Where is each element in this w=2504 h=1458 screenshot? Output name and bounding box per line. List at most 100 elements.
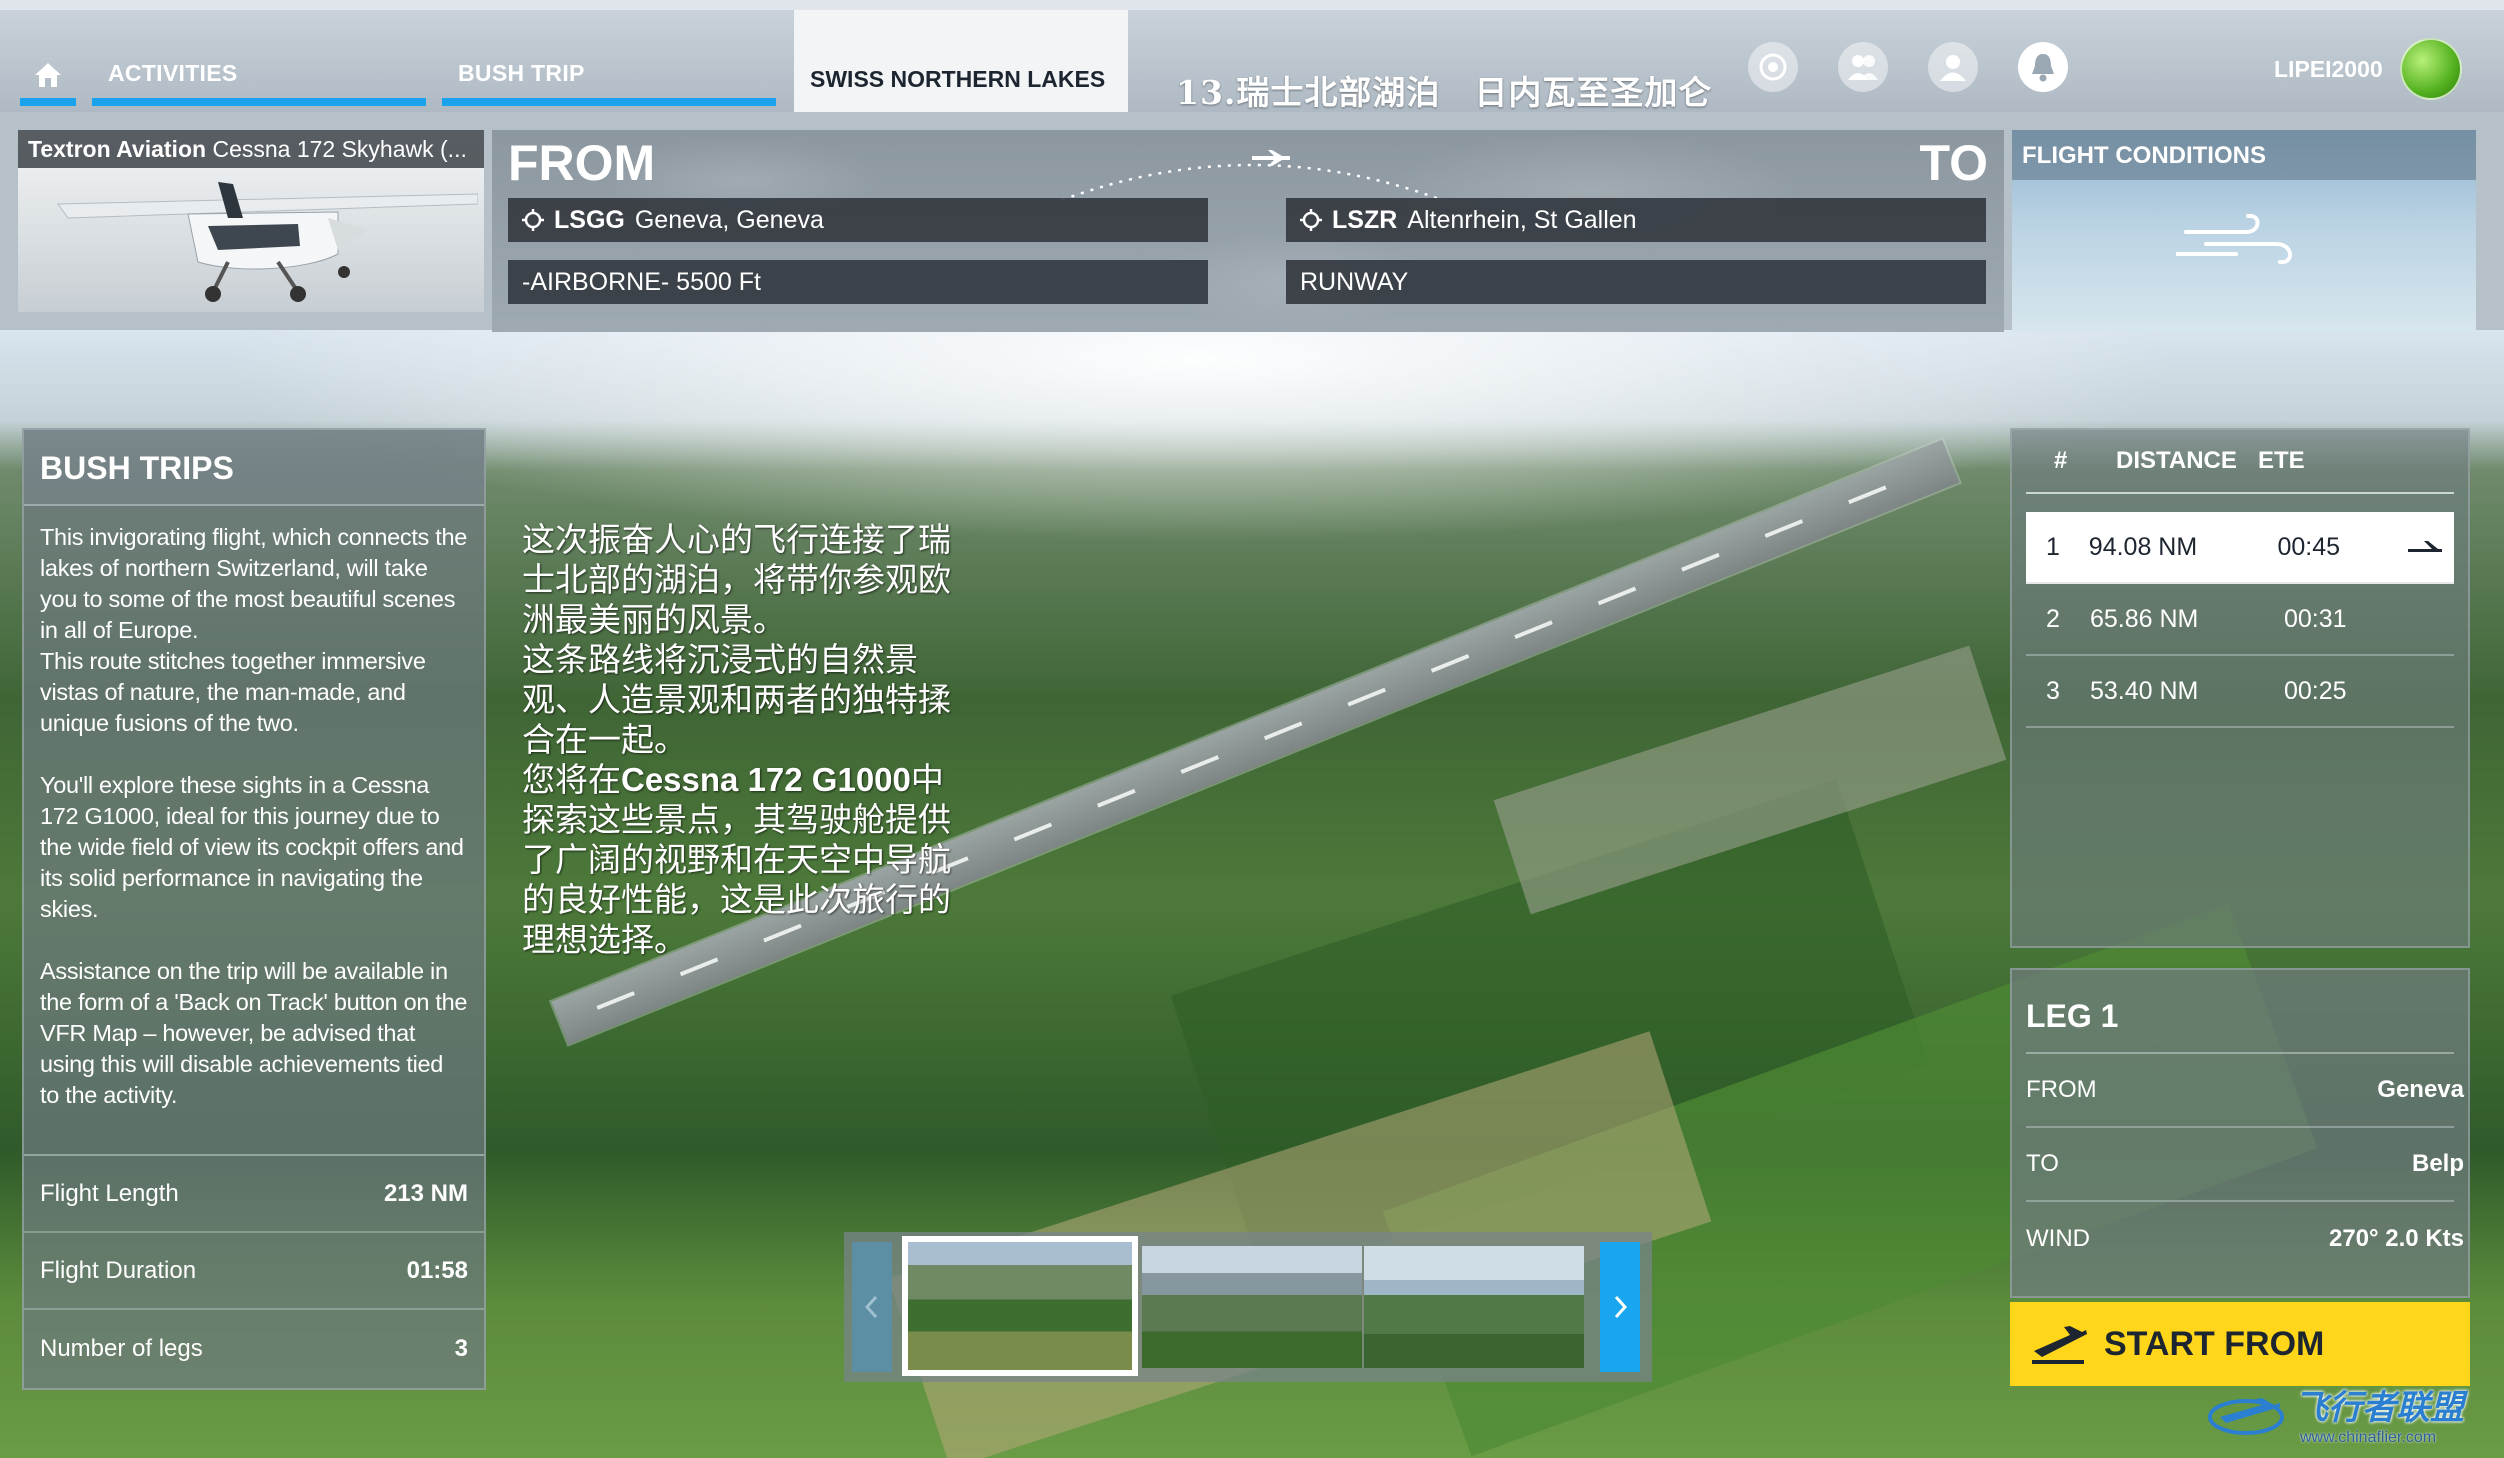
aircraft-card[interactable]: Textron Aviation Cessna 172 Skyhawk (... (18, 130, 484, 312)
leg-detail-to: TO Belp (2026, 1128, 2464, 1202)
leg-detail-from: FROM Geneva (2026, 1054, 2464, 1128)
marketplace-icon (1759, 53, 1787, 81)
stat-label: Flight Duration (40, 1256, 197, 1284)
watermark-text: 飞行者联盟 www.chinaflier.com (2294, 1380, 2464, 1447)
gallery-thumbnail[interactable] (902, 1236, 1138, 1376)
leg-number: 2 (2046, 604, 2060, 633)
gallery-thumbnail[interactable] (1142, 1246, 1362, 1368)
aircraft-image (57, 182, 478, 302)
chinese-description-overlay: 这次振奋人心的飞行连接了瑞士北部的湖泊，将带你参观欧洲最美丽的风景。 这条路线将… (522, 520, 962, 960)
watermark: 飞行者联盟 www.chinaflier.com (2206, 1372, 2496, 1454)
stat-label: Number of legs (40, 1334, 203, 1362)
notifications-button[interactable] (2018, 42, 2068, 92)
start-from-label: START FROM (2104, 1324, 2325, 1363)
trip-stats: Flight Length 213 NM Flight Duration 01:… (24, 1154, 484, 1387)
stat-value: 213 NM (383, 1179, 468, 1207)
gallery-prev-button[interactable] (852, 1242, 892, 1372)
to-icao: LSZR (1332, 205, 1398, 234)
plane-icon (2396, 537, 2454, 557)
gallery-next-button[interactable] (1600, 1242, 1640, 1372)
friends-icon (1848, 55, 1878, 80)
leg-detail-wind: WIND 270° 2.0 Kts (2026, 1202, 2464, 1276)
leg-distance: 65.86 NM (2090, 604, 2199, 633)
from-airport-name: Geneva, Geneva (634, 205, 824, 234)
from-icao: LSGG (554, 205, 625, 234)
table-row[interactable]: 2 65.86 NM 00:31 (2026, 584, 2454, 656)
from-airport-field[interactable]: LSGG Geneva, Geneva (508, 198, 1208, 242)
tab-bush-trip[interactable]: BUSH TRIP (442, 60, 776, 106)
watermark-logo-icon (2208, 1398, 2284, 1435)
gallery-thumbnail[interactable] (1364, 1246, 1584, 1368)
cn-paragraph: 您将在Cessna 172 G1000中探索这些景点，其驾驶舱提供了广阔的视野和… (522, 760, 962, 960)
detail-value: Geneva (2377, 1076, 2464, 1103)
from-start-state-field[interactable]: -AIRBORNE- 5500 Ft (508, 260, 1208, 304)
leg-distance: 94.08 NM (2088, 532, 2198, 561)
watermark-title: 飞行者联盟 (2294, 1387, 2464, 1428)
aircraft-title: Textron Aviation Cessna 172 Skyhawk (... (18, 130, 484, 168)
profile-icon (1940, 55, 1966, 81)
top-navigation: ACTIVITIES BUSH TRIP SWISS NORTHERN LAKE… (0, 0, 2504, 112)
home-button[interactable] (20, 60, 76, 106)
description-paragraph: Assistance on the trip will be available… (40, 958, 468, 1108)
to-end-state-field[interactable]: RUNWAY (1286, 260, 1986, 304)
flight-conditions-card[interactable]: FLIGHT CONDITIONS (2012, 130, 2476, 332)
to-label: TO (1919, 135, 1988, 191)
leg-number: 3 (2046, 676, 2060, 705)
tab-swiss-northern-lakes[interactable]: SWISS NORTHERN LAKES (794, 10, 1128, 112)
leg-detail-panel: LEG 1 FROM Geneva TO Belp WIND 270° 2.0 … (2010, 968, 2470, 1298)
table-row[interactable]: 1 94.08 NM 00:45 (2026, 512, 2454, 584)
leg-ete: 00:45 (2277, 532, 2341, 561)
bush-trips-panel: BUSH TRIPS This invigorating flight, whi… (22, 428, 486, 1390)
cn-text-pre: 您将在 (522, 760, 621, 799)
tab-activities[interactable]: ACTIVITIES (92, 60, 426, 106)
detail-value: 270° 2.0 Kts (2328, 1225, 2464, 1252)
stat-flight-length: Flight Length 213 NM (24, 1156, 484, 1233)
username[interactable]: LIPEI2000 (2274, 56, 2383, 83)
waypoint-icon (522, 209, 544, 231)
wind-icon (2176, 213, 2292, 265)
marketplace-button[interactable] (1748, 42, 1798, 92)
from-label: FROM (508, 135, 656, 191)
detail-value: Belp (2411, 1150, 2464, 1177)
leg-ete: 00:31 (2284, 604, 2347, 633)
leg-detail-title: LEG 1 (2026, 970, 2454, 1054)
header-distance: DISTANCE (2116, 447, 2237, 474)
route-card: FROM TO LSGG Geneva, Geneva LSZR Altenrh… (492, 130, 2004, 332)
bush-trips-description: This invigorating flight, which connects… (24, 506, 484, 1111)
image-gallery (844, 1232, 1652, 1382)
stat-label: Flight Length (40, 1179, 179, 1207)
to-airport-field[interactable]: LSZR Altenrhein, St Gallen (1286, 198, 1986, 242)
detail-label: WIND (2026, 1225, 2090, 1252)
flight-conditions-title: FLIGHT CONDITIONS (2012, 130, 2476, 180)
header-number: # (2054, 447, 2068, 474)
aircraft-maker: Textron Aviation (28, 136, 207, 162)
stat-number-of-legs: Number of legs 3 (24, 1310, 484, 1387)
friends-button[interactable] (1838, 42, 1888, 92)
flight-info-bar: Textron Aviation Cessna 172 Skyhawk (...… (0, 112, 2504, 332)
takeoff-icon (2032, 1326, 2087, 1364)
cn-text-highlight: Cessna 172 G1000 (621, 761, 911, 798)
table-row[interactable]: 3 53.40 NM 00:25 (2026, 656, 2454, 728)
plane-icon (1252, 150, 1290, 166)
leg-ete: 00:25 (2284, 676, 2347, 705)
home-icon (35, 63, 61, 87)
chevron-left-icon (864, 1295, 878, 1319)
stat-flight-duration: Flight Duration 01:58 (24, 1233, 484, 1310)
aircraft-model: Cessna 172 Skyhawk (... (212, 136, 467, 162)
legs-table: # DISTANCE ETE 1 94.08 NM 00:45 2 65.86 … (2010, 428, 2470, 948)
description-paragraph: This route stitches together immersive v… (40, 648, 426, 736)
leg-number: 1 (2046, 532, 2060, 561)
profile-button[interactable] (1928, 42, 1978, 92)
detail-label: FROM (2026, 1076, 2097, 1103)
bell-icon (2032, 54, 2054, 82)
header-ete: ETE (2258, 447, 2305, 474)
description-paragraph: This invigorating flight, which connects… (40, 524, 468, 643)
page-title-cn: 13.瑞士北部湖泊 日内瓦至圣加仑 (1176, 73, 1713, 112)
cn-paragraph: 这条路线将沉浸式的自然景观、人造景观和两者的独特揉合在一起。 (522, 640, 951, 759)
avatar[interactable] (2400, 38, 2462, 100)
cn-paragraph: 这次振奋人心的飞行连接了瑞士北部的湖泊，将带你参观欧洲最美丽的风景。 (522, 520, 951, 639)
description-paragraph: You'll explore these sights in a Cessna … (40, 772, 464, 922)
watermark-url: www.chinaflier.com (2300, 1428, 2437, 1446)
legs-table-header: # DISTANCE ETE (2026, 430, 2454, 494)
leg-distance: 53.40 NM (2090, 676, 2199, 705)
